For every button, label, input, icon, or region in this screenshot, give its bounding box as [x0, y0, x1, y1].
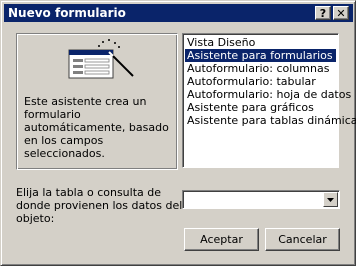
cancel-button[interactable]: Cancelar: [265, 228, 340, 251]
form-wizard-icon: [68, 39, 134, 79]
help-button[interactable]: ?: [315, 6, 331, 20]
ok-button[interactable]: Aceptar: [184, 228, 259, 251]
list-item[interactable]: Asistente para formularios: [185, 49, 336, 62]
source-prompt: Elija la tabla o consulta de donde provi…: [16, 186, 183, 225]
close-button[interactable]: ✕: [333, 6, 349, 20]
dialog-title: Nuevo formulario: [8, 6, 126, 20]
list-item[interactable]: Asistente para gráficos: [185, 101, 336, 114]
list-item[interactable]: Asistente para tablas dinámicas: [185, 114, 356, 127]
list-item[interactable]: Autoformulario: columnas: [185, 62, 336, 75]
list-item[interactable]: Autoformulario: hoja de datos: [185, 88, 351, 101]
source-dropdown-button[interactable]: [323, 192, 338, 207]
source-combobox[interactable]: [182, 190, 340, 209]
form-type-list[interactable]: Vista Diseño Asistente para formularios Au…: [182, 33, 356, 168]
list-item[interactable]: Autoformulario: tabular: [185, 75, 336, 88]
title-bar[interactable]: Nuevo formulario ? ✕: [4, 4, 353, 22]
chevron-down-icon: [327, 198, 334, 202]
list-item[interactable]: Vista Diseño: [185, 36, 336, 49]
wizard-description: Este asistente crea un formulario automá…: [24, 95, 169, 160]
close-icon: ✕: [336, 7, 346, 20]
